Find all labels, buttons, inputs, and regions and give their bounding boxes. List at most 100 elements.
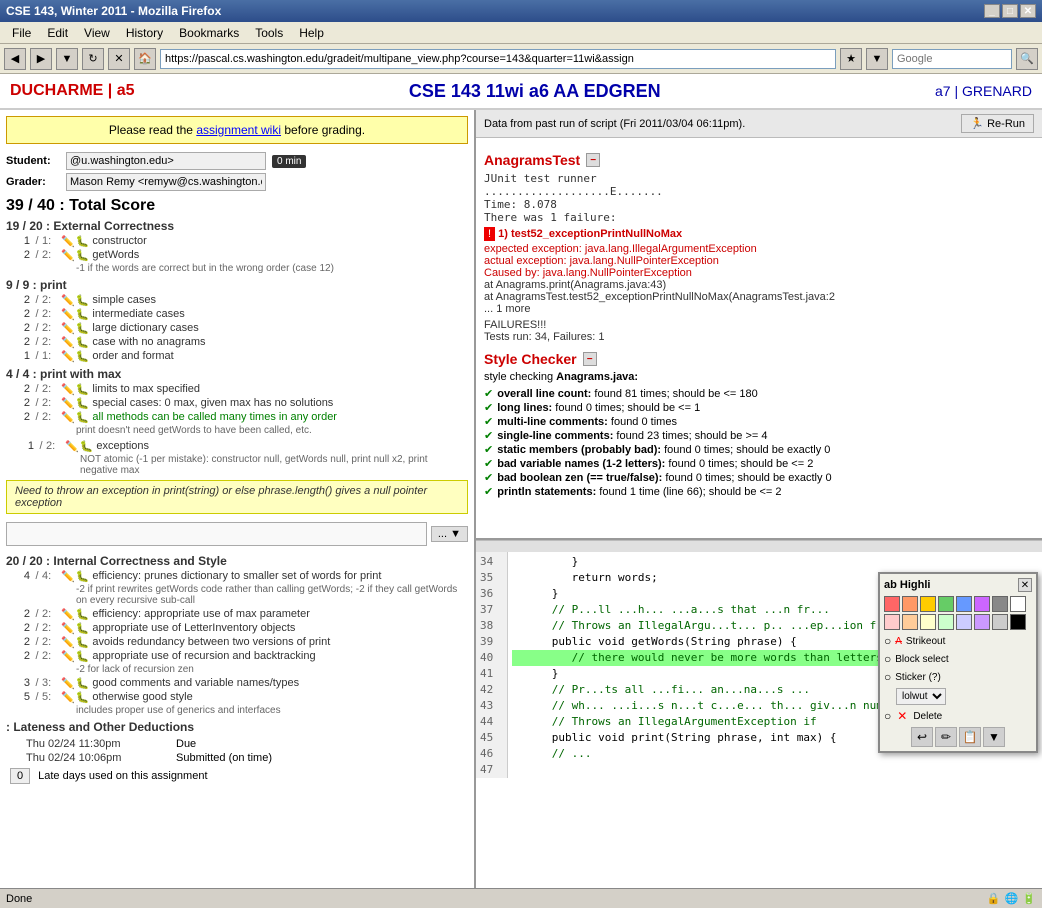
- maximize-btn[interactable]: □: [1002, 4, 1018, 18]
- color-ltyellow[interactable]: [920, 614, 936, 630]
- color-ltpurple[interactable]: [974, 614, 990, 630]
- failure-block: ! 1) test52_exceptionPrintNullNoMax: [484, 228, 1034, 240]
- caused-by: Caused by: java.lang.NullPointerExceptio…: [484, 267, 1034, 279]
- header-right[interactable]: a7 | GRENARD: [935, 83, 1032, 99]
- getwords-desc: getWords: [92, 249, 139, 261]
- constructor-desc: constructor: [92, 235, 146, 247]
- color-blue[interactable]: [956, 596, 972, 612]
- home-btn[interactable]: 🏠: [134, 48, 156, 70]
- ann-close-btn[interactable]: ✕: [1018, 578, 1032, 592]
- score-comments: 3 / 3: ✏️🐛 good comments and variable na…: [6, 677, 468, 690]
- anagrams-collapse-btn[interactable]: −: [586, 153, 600, 167]
- print-section-title: 9 / 9 : print: [6, 278, 468, 292]
- window-controls[interactable]: _ □ ✕: [984, 4, 1036, 18]
- minimize-btn[interactable]: _: [984, 4, 1000, 18]
- lateness-title: : Lateness and Other Deductions: [6, 720, 468, 734]
- menu-tools[interactable]: Tools: [247, 24, 291, 42]
- grader-input[interactable]: [66, 173, 266, 191]
- getwords-note: -1 if the words are correct but in the w…: [76, 263, 468, 274]
- color-orange[interactable]: [902, 596, 918, 612]
- menu-edit[interactable]: Edit: [39, 24, 76, 42]
- code-panel: 34 35 36 37 38 39 40 41 42 43 44 45 46 4…: [476, 538, 1042, 778]
- check-line-count: ✔ overall line count: found 81 times; sh…: [484, 387, 1034, 400]
- bookmark-btn[interactable]: ★: [840, 48, 862, 70]
- junit-output: JUnit test runner ...................E..…: [484, 172, 1034, 224]
- style-collapse-btn[interactable]: −: [583, 352, 597, 366]
- comment-box[interactable]: [6, 522, 427, 546]
- color-white[interactable]: [1010, 596, 1026, 612]
- rerun-btn[interactable]: 🏃 Re-Run: [961, 114, 1034, 133]
- menu-bookmarks[interactable]: Bookmarks: [171, 24, 247, 42]
- color-gray[interactable]: [992, 596, 1008, 612]
- ann-sticker-select[interactable]: lolwut: [896, 688, 946, 705]
- color-ltorange[interactable]: [902, 614, 918, 630]
- dropdown-btn[interactable]: ... ▼: [431, 526, 468, 542]
- score-style: 5 / 5: ✏️🐛 otherwise good style: [6, 691, 468, 704]
- refresh-btn[interactable]: ↻: [82, 48, 104, 70]
- close-btn[interactable]: ✕: [1020, 4, 1036, 18]
- search-input[interactable]: [892, 49, 1012, 69]
- address-input[interactable]: [160, 49, 836, 69]
- ann-copy-btn[interactable]: 📋: [959, 727, 981, 747]
- style-note: includes proper use of generics and inte…: [76, 705, 468, 716]
- back-btn[interactable]: ◀: [4, 48, 26, 70]
- ann-tools: ○ A Strikeout: [884, 634, 1032, 648]
- check-badnames: ✔ bad variable names (1-2 letters): foun…: [484, 457, 1034, 470]
- ann-sticker-label: Sticker (?): [895, 672, 941, 683]
- ann-strikeout-radio[interactable]: ○: [884, 634, 891, 648]
- assignment-wiki-link[interactable]: assignment wiki: [196, 123, 281, 137]
- ann-sticker-radio[interactable]: ○: [884, 670, 891, 684]
- color-ltgray[interactable]: [992, 614, 1008, 630]
- color-purple[interactable]: [974, 596, 990, 612]
- header-left[interactable]: DUCHARME | a5: [10, 82, 135, 100]
- status-icon2: 🌐: [1005, 892, 1019, 905]
- student-email[interactable]: [66, 152, 266, 170]
- color-ltred[interactable]: [884, 614, 900, 630]
- dropdown-row: ... ▼: [6, 518, 468, 550]
- code-content: 34 35 36 37 38 39 40 41 42 43 44 45 46 4…: [476, 552, 1042, 778]
- score-large: 2 / 2: ✏️🐛 large dictionary cases: [6, 322, 468, 335]
- color-ltgreen[interactable]: [938, 614, 954, 630]
- score-noanagrams: 2 / 2: ✏️🐛 case with no anagrams: [6, 336, 468, 349]
- menu-history[interactable]: History: [118, 24, 171, 42]
- internal-section-title: 20 / 20 : Internal Correctness and Style: [6, 554, 468, 568]
- external-section-title: 19 / 20 : External Correctness: [6, 219, 468, 233]
- stack-more: ... 1 more: [484, 303, 1034, 315]
- forward-btn[interactable]: ▶: [30, 48, 52, 70]
- search-go-btn[interactable]: 🔍: [1016, 48, 1038, 70]
- failure-icon: !: [484, 227, 495, 241]
- ann-block-radio[interactable]: ○: [884, 652, 891, 666]
- right-panel: Data from past run of script (Fri 2011/0…: [476, 110, 1042, 888]
- run-icon: 🏃: [970, 118, 984, 130]
- print-max-section-title: 4 / 4 : print with max: [6, 367, 468, 381]
- color-green[interactable]: [938, 596, 954, 612]
- warning-text-before: Please read the: [109, 123, 196, 137]
- status-bar: Done 🔒 🌐 🔋: [0, 888, 1042, 908]
- horizontal-scrollbar[interactable]: [476, 540, 1042, 552]
- color-yellow[interactable]: [920, 596, 936, 612]
- check-multiline: ✔ multi-line comments: found 0 times: [484, 415, 1034, 428]
- menu-file[interactable]: File: [4, 24, 39, 42]
- ann-sticker-select-row: lolwut: [884, 688, 1032, 705]
- status-icons: 🔒 🌐 🔋: [987, 892, 1036, 905]
- ann-edit-btn[interactable]: ✏: [935, 727, 957, 747]
- style-checker-header: Style Checker −: [484, 351, 1034, 367]
- stop-btn[interactable]: ✕: [108, 48, 130, 70]
- color-ltblue[interactable]: [956, 614, 972, 630]
- ann-undo-btn[interactable]: ↩: [911, 727, 933, 747]
- ann-delete-radio[interactable]: ○: [884, 709, 891, 723]
- color-red[interactable]: [884, 596, 900, 612]
- history-dropdown-btn[interactable]: ▼: [56, 48, 78, 70]
- script-bar: Data from past run of script (Fri 2011/0…: [476, 110, 1042, 138]
- ann-down-btn[interactable]: ▼: [983, 727, 1005, 747]
- header-center: CSE 143 11wi a6 AA EDGREN: [409, 81, 661, 102]
- color-black[interactable]: [1010, 614, 1026, 630]
- annotation-popup: ab Highli ✕: [878, 572, 1038, 753]
- status-icon3: 🔋: [1022, 892, 1036, 905]
- menu-view[interactable]: View: [76, 24, 118, 42]
- bookmark-manage-btn[interactable]: ▼: [866, 48, 888, 70]
- ann-header: ab Highli ✕: [884, 578, 1032, 592]
- submitted-date: Thu 02/24 10:06pm: [26, 752, 166, 764]
- ann-strikeout-label: Strikeout: [906, 636, 945, 647]
- menu-help[interactable]: Help: [291, 24, 332, 42]
